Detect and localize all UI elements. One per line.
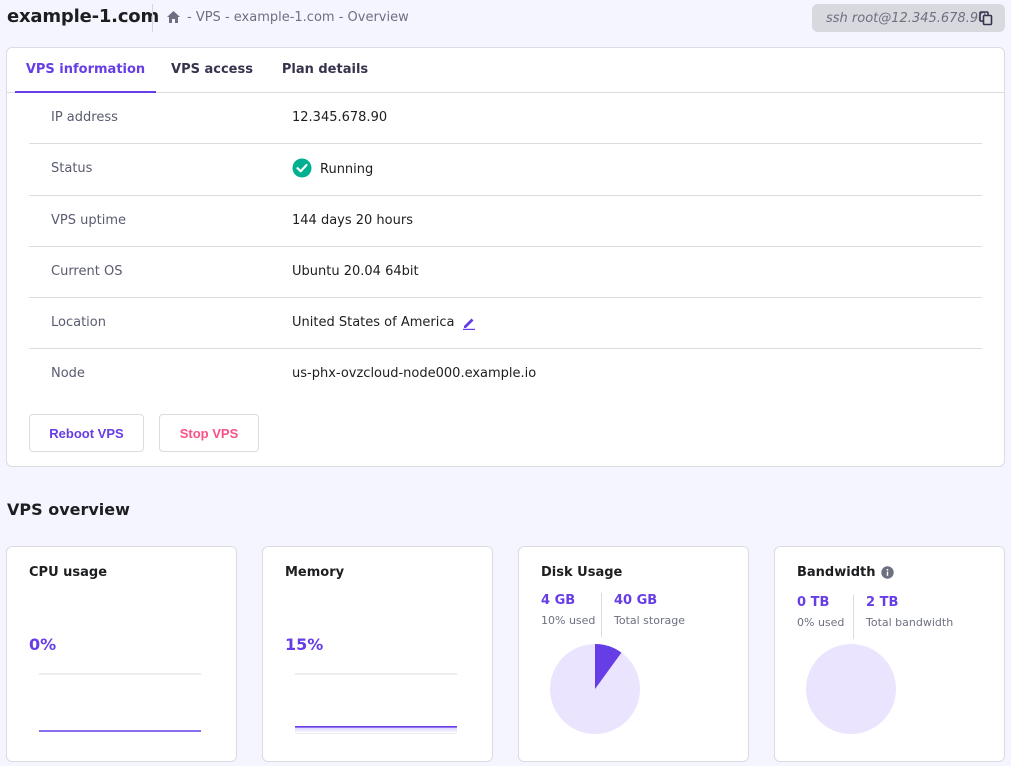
tab-vps-information[interactable]: VPS information (15, 48, 156, 93)
disk-used-value: 4 GB (541, 593, 595, 608)
disk-stats: 4 GB 10% used 40 GB Total storage (541, 593, 731, 637)
tab-plan-details[interactable]: Plan details (275, 48, 375, 93)
header-divider (152, 4, 153, 32)
memory-sparkline (293, 671, 457, 735)
breadcrumb: - VPS - example-1.com - Overview (166, 8, 409, 26)
info-list: IP address 12.345.678.90 Status Running … (29, 93, 982, 401)
disk-used-block: 4 GB 10% used (541, 593, 595, 627)
card-title: CPU usage (29, 565, 107, 580)
info-row-os: Current OS Ubuntu 20.04 64bit (29, 247, 982, 298)
breadcrumb-text[interactable]: - VPS - example-1.com - Overview (187, 10, 409, 25)
cpu-percent: 0% (29, 635, 56, 654)
memory-card: Memory 15% (262, 546, 493, 762)
usage-area (295, 727, 457, 733)
tab-bar: VPS information VPS access Plan details (7, 48, 1004, 93)
bandwidth-pie-chart (805, 643, 897, 735)
info-value-text: 144 days 20 hours (292, 213, 413, 228)
info-label: Current OS (51, 264, 122, 279)
bandwidth-used-value: 0 TB (797, 595, 844, 610)
location-value: United States of America (292, 315, 476, 330)
bandwidth-total-caption: Total bandwidth (866, 616, 953, 629)
bandwidth-total-value: 2 TB (866, 595, 953, 610)
bandwidth-card: Bandwidth 0 TB 0% used 2 TB Total bandwi… (774, 546, 1005, 762)
info-label: Node (51, 366, 85, 381)
home-icon[interactable] (166, 10, 181, 24)
info-row-ip: IP address 12.345.678.90 (29, 93, 982, 144)
stop-vps-button[interactable]: Stop VPS (159, 414, 259, 452)
check-circle-icon (292, 158, 312, 178)
os-value: Ubuntu 20.04 64bit (292, 264, 419, 279)
ip-address-value: 12.345.678.90 (292, 110, 387, 125)
node-value: us-phx-ovzcloud-node000.example.io (292, 366, 536, 381)
info-label: VPS uptime (51, 213, 126, 228)
memory-percent: 15% (285, 635, 323, 654)
stat-divider (601, 593, 602, 637)
info-value-text: us-phx-ovzcloud-node000.example.io (292, 366, 536, 381)
cpu-usage-card: CPU usage 0% (6, 546, 237, 762)
cpu-sparkline (37, 671, 201, 735)
tab-vps-access[interactable]: VPS access (162, 48, 262, 93)
disk-pie-chart (549, 643, 641, 735)
uptime-value: 144 days 20 hours (292, 213, 413, 228)
card-title-text: Bandwidth (797, 565, 875, 580)
info-row-node: Node us-phx-ovzcloud-node000.example.io (29, 349, 982, 400)
info-row-location: Location United States of America (29, 298, 982, 349)
stat-divider (853, 595, 854, 639)
card-title: Memory (285, 565, 344, 580)
info-row-status: Status Running (29, 144, 982, 195)
ssh-command: ssh root@12.345.678.90 (826, 11, 986, 26)
card-title-text: Memory (285, 565, 344, 580)
pie-background (806, 644, 896, 734)
site-title: example-1.com (7, 6, 159, 27)
card-title-text: CPU usage (29, 565, 107, 580)
status-value: Running (292, 161, 373, 178)
disk-total-value: 40 GB (614, 593, 685, 608)
bandwidth-stats: 0 TB 0% used 2 TB Total bandwidth (797, 595, 987, 639)
card-title: Bandwidth (797, 565, 894, 580)
card-title-text: Disk Usage (541, 565, 622, 580)
bandwidth-used-caption: 0% used (797, 616, 844, 629)
edit-pencil-icon[interactable] (462, 316, 476, 330)
info-label: Status (51, 161, 92, 176)
disk-total-caption: Total storage (614, 614, 685, 627)
bandwidth-total-block: 2 TB Total bandwidth (866, 595, 953, 629)
ssh-command-box[interactable]: ssh root@12.345.678.90 (812, 4, 1005, 32)
top-header: example-1.com - VPS - example-1.com - Ov… (0, 0, 1011, 36)
card-title: Disk Usage (541, 565, 622, 580)
copy-icon[interactable] (979, 11, 993, 26)
info-value-text: 12.345.678.90 (292, 110, 387, 125)
disk-total-block: 40 GB Total storage (614, 593, 685, 627)
bandwidth-used-block: 0 TB 0% used (797, 595, 844, 629)
info-label: Location (51, 315, 106, 330)
disk-usage-card: Disk Usage 4 GB 10% used 40 GB Total sto… (518, 546, 749, 762)
reboot-vps-button[interactable]: Reboot VPS (29, 414, 144, 452)
info-icon[interactable] (881, 566, 894, 579)
section-title: VPS overview (7, 500, 130, 519)
info-value-text: Ubuntu 20.04 64bit (292, 264, 419, 279)
info-row-uptime: VPS uptime 144 days 20 hours (29, 196, 982, 247)
status-text: Running (320, 162, 373, 177)
disk-used-caption: 10% used (541, 614, 595, 627)
vps-info-card: VPS information VPS access Plan details … (6, 47, 1005, 467)
info-value-text: United States of America (292, 315, 454, 330)
info-label: IP address (51, 110, 118, 125)
